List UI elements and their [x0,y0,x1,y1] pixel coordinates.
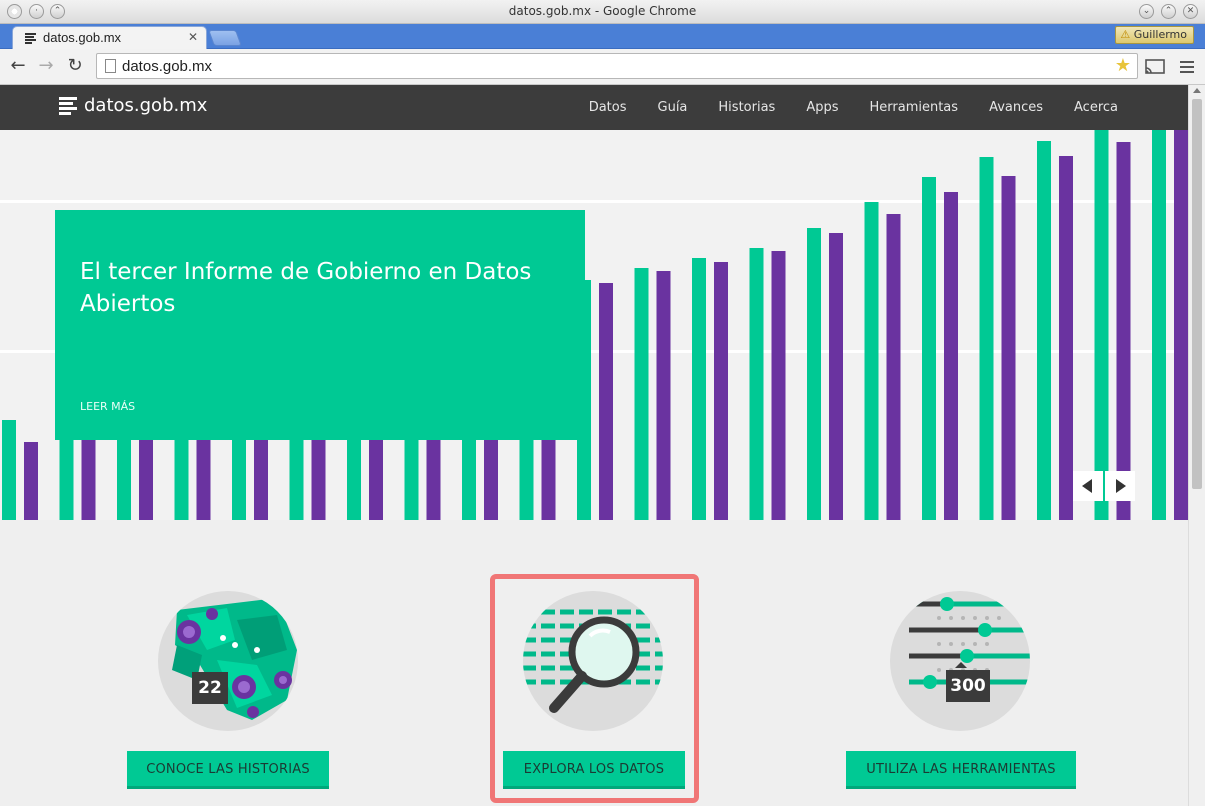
hero-bar-purple [599,283,613,520]
nav-apps[interactable]: Apps [806,100,838,115]
address-url: datos.gob.mx [122,58,213,75]
carousel-next-button[interactable] [1105,471,1135,501]
hero-bar-green [807,228,821,520]
warning-icon: ⚠ [1120,28,1131,41]
hero-bar-purple [1174,130,1188,520]
logo-bars-icon [59,97,77,119]
tab-title: datos.gob.mx [43,30,122,45]
hero-bar-green [462,430,476,520]
site-favicon-icon [25,33,36,44]
next-arrow-icon [1116,479,1126,493]
hero-bar-purple [81,430,96,520]
menu-icon[interactable] [1180,60,1194,74]
conoce-historias-button[interactable]: CONOCE LAS HISTORIAS [127,751,329,789]
hero-bar-purple [886,214,901,520]
hero-bar-purple [1116,142,1131,520]
hero-bar-green [347,430,361,520]
hero-carousel: El tercer Informe de Gobierno en Datos A… [0,130,1188,520]
carousel-prev-button[interactable] [1073,471,1103,501]
nav-datos[interactable]: Datos [589,100,627,115]
hero-bar-green [1152,130,1166,520]
hero-bar-green [117,430,131,520]
hero-bar-green [922,177,936,520]
new-tab-button[interactable] [208,30,242,46]
site-navbar: datos.gob.mx Datos Guía Historias Apps H… [0,85,1188,130]
browser-toolbar: ← → ↻ datos.gob.mx ★ [0,49,1205,85]
hero-read-more-link[interactable]: LEER MÁS [80,400,135,413]
hero-bar-purple [254,430,268,520]
bookmark-star-icon[interactable]: ★ [1115,55,1131,76]
nav-guia[interactable]: Guía [658,100,688,115]
window-minimize-button[interactable]: ⌄ [1139,4,1154,19]
hero-bar-purple [1001,176,1016,520]
hero-bar-purple [829,233,843,520]
profile-name: Guillermo [1133,28,1187,41]
address-bar[interactable]: datos.gob.mx ★ [96,53,1138,79]
hero-bar-purple [24,442,38,520]
hero-bar-purple [311,430,326,520]
explora-datos-highlight [490,574,699,803]
hero-bar-purple [426,430,441,520]
hero-bar-green [289,430,304,520]
features-section: 22 CONOCE LAS HISTORIAS EXPLORA LOS DATO… [0,520,1188,806]
hero-bar-green [404,430,419,520]
window-titlebar: · ⌃ datos.gob.mx - Google Chrome ⌄ ⌃ ✕ [0,0,1205,24]
map-stories-icon [158,591,298,731]
tools-count-badge: 300 [946,670,990,702]
hero-bar-green [1037,141,1051,520]
hero-bar-purple [484,430,498,520]
profile-button[interactable]: ⚠ Guillermo [1115,26,1194,44]
scrollbar-thumb[interactable] [1192,99,1202,489]
hero-card: El tercer Informe de Gobierno en Datos A… [55,210,585,440]
hero-bar-purple [714,262,728,520]
hero-bar-purple [944,192,958,520]
page-icon [105,59,116,73]
tab-strip: datos.gob.mx ✕ ⚠ Guillermo [0,24,1205,49]
nav-herramientas[interactable]: Herramientas [870,100,959,115]
hero-bar-green [749,248,764,520]
tab-close-icon[interactable]: ✕ [188,30,198,44]
hero-bar-purple [1059,156,1073,520]
hero-bar-green [864,202,879,520]
hero-bar-purple [369,430,383,520]
hero-bar-purple [656,271,671,520]
utiliza-herramientas-button[interactable]: UTILIZA LAS HERRAMIENTAS [846,751,1076,789]
hero-bar-green [634,268,649,520]
nav-historias[interactable]: Historias [718,100,775,115]
nav-avances[interactable]: Avances [989,100,1043,115]
hero-bar-purple [541,430,556,520]
stories-count-badge: 22 [192,672,228,704]
reload-icon[interactable]: ↻ [63,55,87,79]
hero-bar-green [59,430,74,520]
hero-bar-purple [771,251,786,520]
hero-bar-green [692,258,706,520]
hero-title: El tercer Informe de Gobierno en Datos A… [80,259,532,317]
tab-datos[interactable]: datos.gob.mx ✕ [12,26,207,49]
tools-sliders-icon [890,591,1030,731]
prev-arrow-icon [1082,479,1092,493]
hero-bar-green [1094,130,1109,520]
window-maximize-button[interactable]: ⌃ [1161,4,1176,19]
page-scrollbar[interactable] [1188,85,1205,806]
scroll-up-icon[interactable] [1193,88,1201,93]
hero-bar-green [174,430,189,520]
hero-bar-green [232,430,246,520]
hero-bar-purple [196,430,211,520]
hero-bar-purple [139,430,153,520]
back-arrow-icon[interactable]: ← [6,55,30,79]
window-close-button[interactable]: ✕ [1183,4,1198,19]
hero-bar-green [519,430,534,520]
hero-bar-green [979,157,994,520]
site-nav-links: Datos Guía Historias Apps Herramientas A… [558,100,1118,115]
nav-acerca[interactable]: Acerca [1074,100,1118,115]
hero-bar-green [2,420,16,520]
window-title: datos.gob.mx - Google Chrome [508,4,697,18]
logo-text: datos.gob.mx [84,95,208,116]
cast-icon[interactable] [1145,59,1165,75]
forward-arrow-icon[interactable]: → [34,55,58,79]
